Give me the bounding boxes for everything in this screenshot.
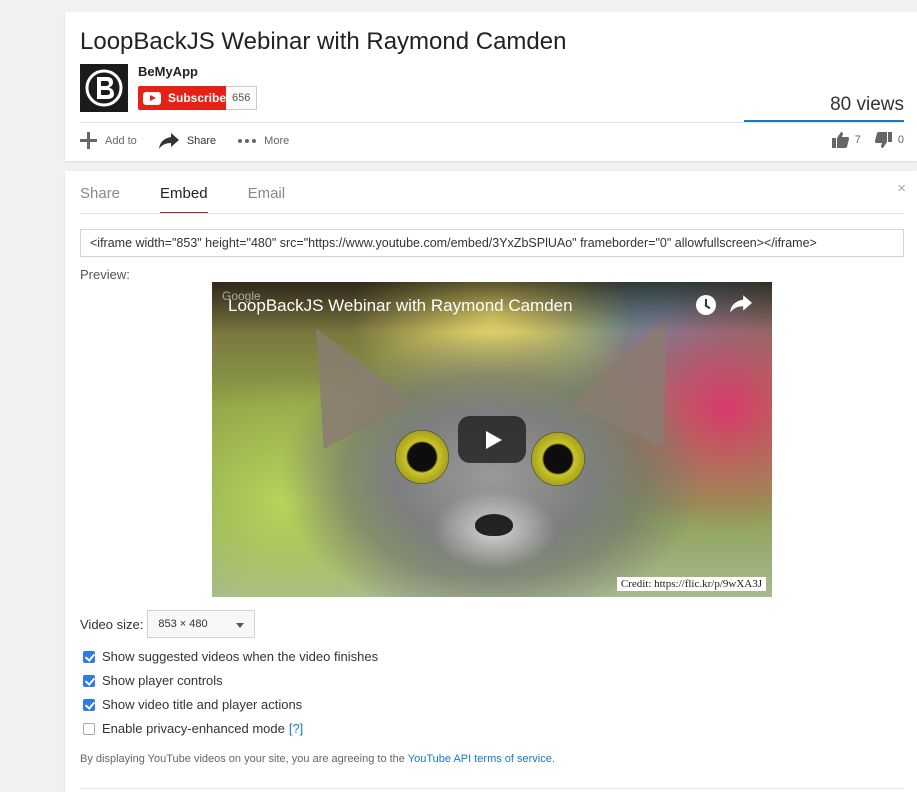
add-to-button[interactable]: Add to: [80, 132, 137, 149]
video-info-card: LoopBackJS Webinar with Raymond Camden B…: [65, 12, 917, 161]
preview-label: Preview:: [80, 267, 130, 282]
embed-preview-player[interactable]: Google LoopBackJS Webinar with Raymond C…: [212, 282, 772, 597]
option-suggested-videos[interactable]: Show suggested videos when the video fin…: [83, 649, 378, 664]
tabs-divider: [80, 213, 904, 214]
share-label: Share: [186, 134, 217, 147]
tab-embed[interactable]: Embed: [160, 185, 208, 214]
privacy-help-link[interactable]: [?]: [289, 721, 303, 736]
sentiment-bar: [744, 120, 904, 122]
terms-notice: By displaying YouTube videos on your sit…: [80, 753, 555, 765]
player-share-icon[interactable]: [730, 295, 752, 313]
terms-text: By displaying YouTube videos on your sit…: [80, 753, 405, 765]
close-icon[interactable]: ×: [897, 180, 906, 197]
cat-nose: [475, 514, 513, 536]
play-button[interactable]: [458, 416, 526, 463]
option-title-actions[interactable]: Show video title and player actions: [83, 697, 302, 712]
channel-logo-icon: [80, 64, 128, 112]
subscribe-button[interactable]: Subscribe: [138, 86, 234, 110]
action-bar: Add to Share More: [80, 132, 311, 149]
api-terms-link[interactable]: YouTube API terms of service: [408, 753, 552, 765]
dislike-button[interactable]: 0: [874, 132, 904, 148]
image-credit: Credit: https://flic.kr/p/9wXA3J: [616, 577, 766, 591]
tab-share[interactable]: Share: [80, 185, 120, 214]
video-size-row: Video size: 853 × 480: [80, 610, 256, 638]
watch-later-icon[interactable]: [696, 295, 716, 315]
share-button[interactable]: Share: [158, 132, 217, 149]
share-tabs: Share Embed Email: [80, 185, 325, 214]
tab-email[interactable]: Email: [248, 185, 286, 214]
dislike-count: 0: [897, 134, 904, 146]
option-label: Show video title and player actions: [102, 697, 303, 712]
more-dots-icon: [238, 138, 257, 143]
more-label: More: [264, 134, 290, 147]
checkbox-player-controls[interactable]: [83, 674, 95, 687]
youtube-play-icon: [143, 91, 161, 105]
add-to-label: Add to: [105, 134, 137, 147]
option-label: Show player controls: [102, 673, 223, 688]
subscriber-count: 656: [226, 86, 258, 110]
chevron-down-icon: [236, 623, 245, 628]
video-size-value: 853 × 480: [158, 618, 208, 630]
like-button[interactable]: 7: [831, 132, 861, 148]
plus-icon: [80, 132, 97, 149]
cat-eye-left: [395, 430, 449, 484]
video-size-label: Video size:: [80, 616, 144, 632]
option-label: Enable privacy-enhanced mode: [102, 721, 285, 736]
share-arrow-icon: [158, 132, 179, 149]
divider: [80, 122, 904, 123]
player-title[interactable]: LoopBackJS Webinar with Raymond Camden: [228, 296, 573, 316]
checkbox-title-actions[interactable]: [83, 698, 95, 711]
checkbox-suggested-videos[interactable]: [83, 650, 95, 663]
option-player-controls[interactable]: Show player controls: [83, 673, 223, 688]
bottom-divider: [80, 788, 904, 789]
channel-avatar[interactable]: [80, 64, 128, 112]
cat-eye-right: [531, 432, 585, 486]
thumbs-down-icon: [874, 132, 892, 148]
embed-code-field[interactable]: <iframe width="853" height="480" src="ht…: [80, 229, 904, 257]
thumbs-up-icon: [831, 132, 849, 148]
subscribe-label: Subscribe: [168, 91, 227, 105]
more-button[interactable]: More: [238, 135, 289, 147]
checkbox-privacy-mode[interactable]: [83, 722, 95, 735]
channel-name[interactable]: BeMyApp: [138, 64, 198, 79]
rating-bar: 7 0: [818, 132, 904, 148]
terms-end: .: [551, 753, 555, 765]
view-count: 80 views: [830, 94, 904, 115]
share-panel: Share Embed Email × <iframe width="853" …: [65, 171, 917, 792]
option-privacy-mode[interactable]: Enable privacy-enhanced mode [?]: [83, 721, 303, 736]
option-label: Show suggested videos when the video fin…: [102, 649, 379, 664]
video-size-select[interactable]: 853 × 480: [147, 610, 256, 638]
video-title: LoopBackJS Webinar with Raymond Camden: [80, 28, 567, 55]
like-count: 7: [854, 134, 861, 146]
